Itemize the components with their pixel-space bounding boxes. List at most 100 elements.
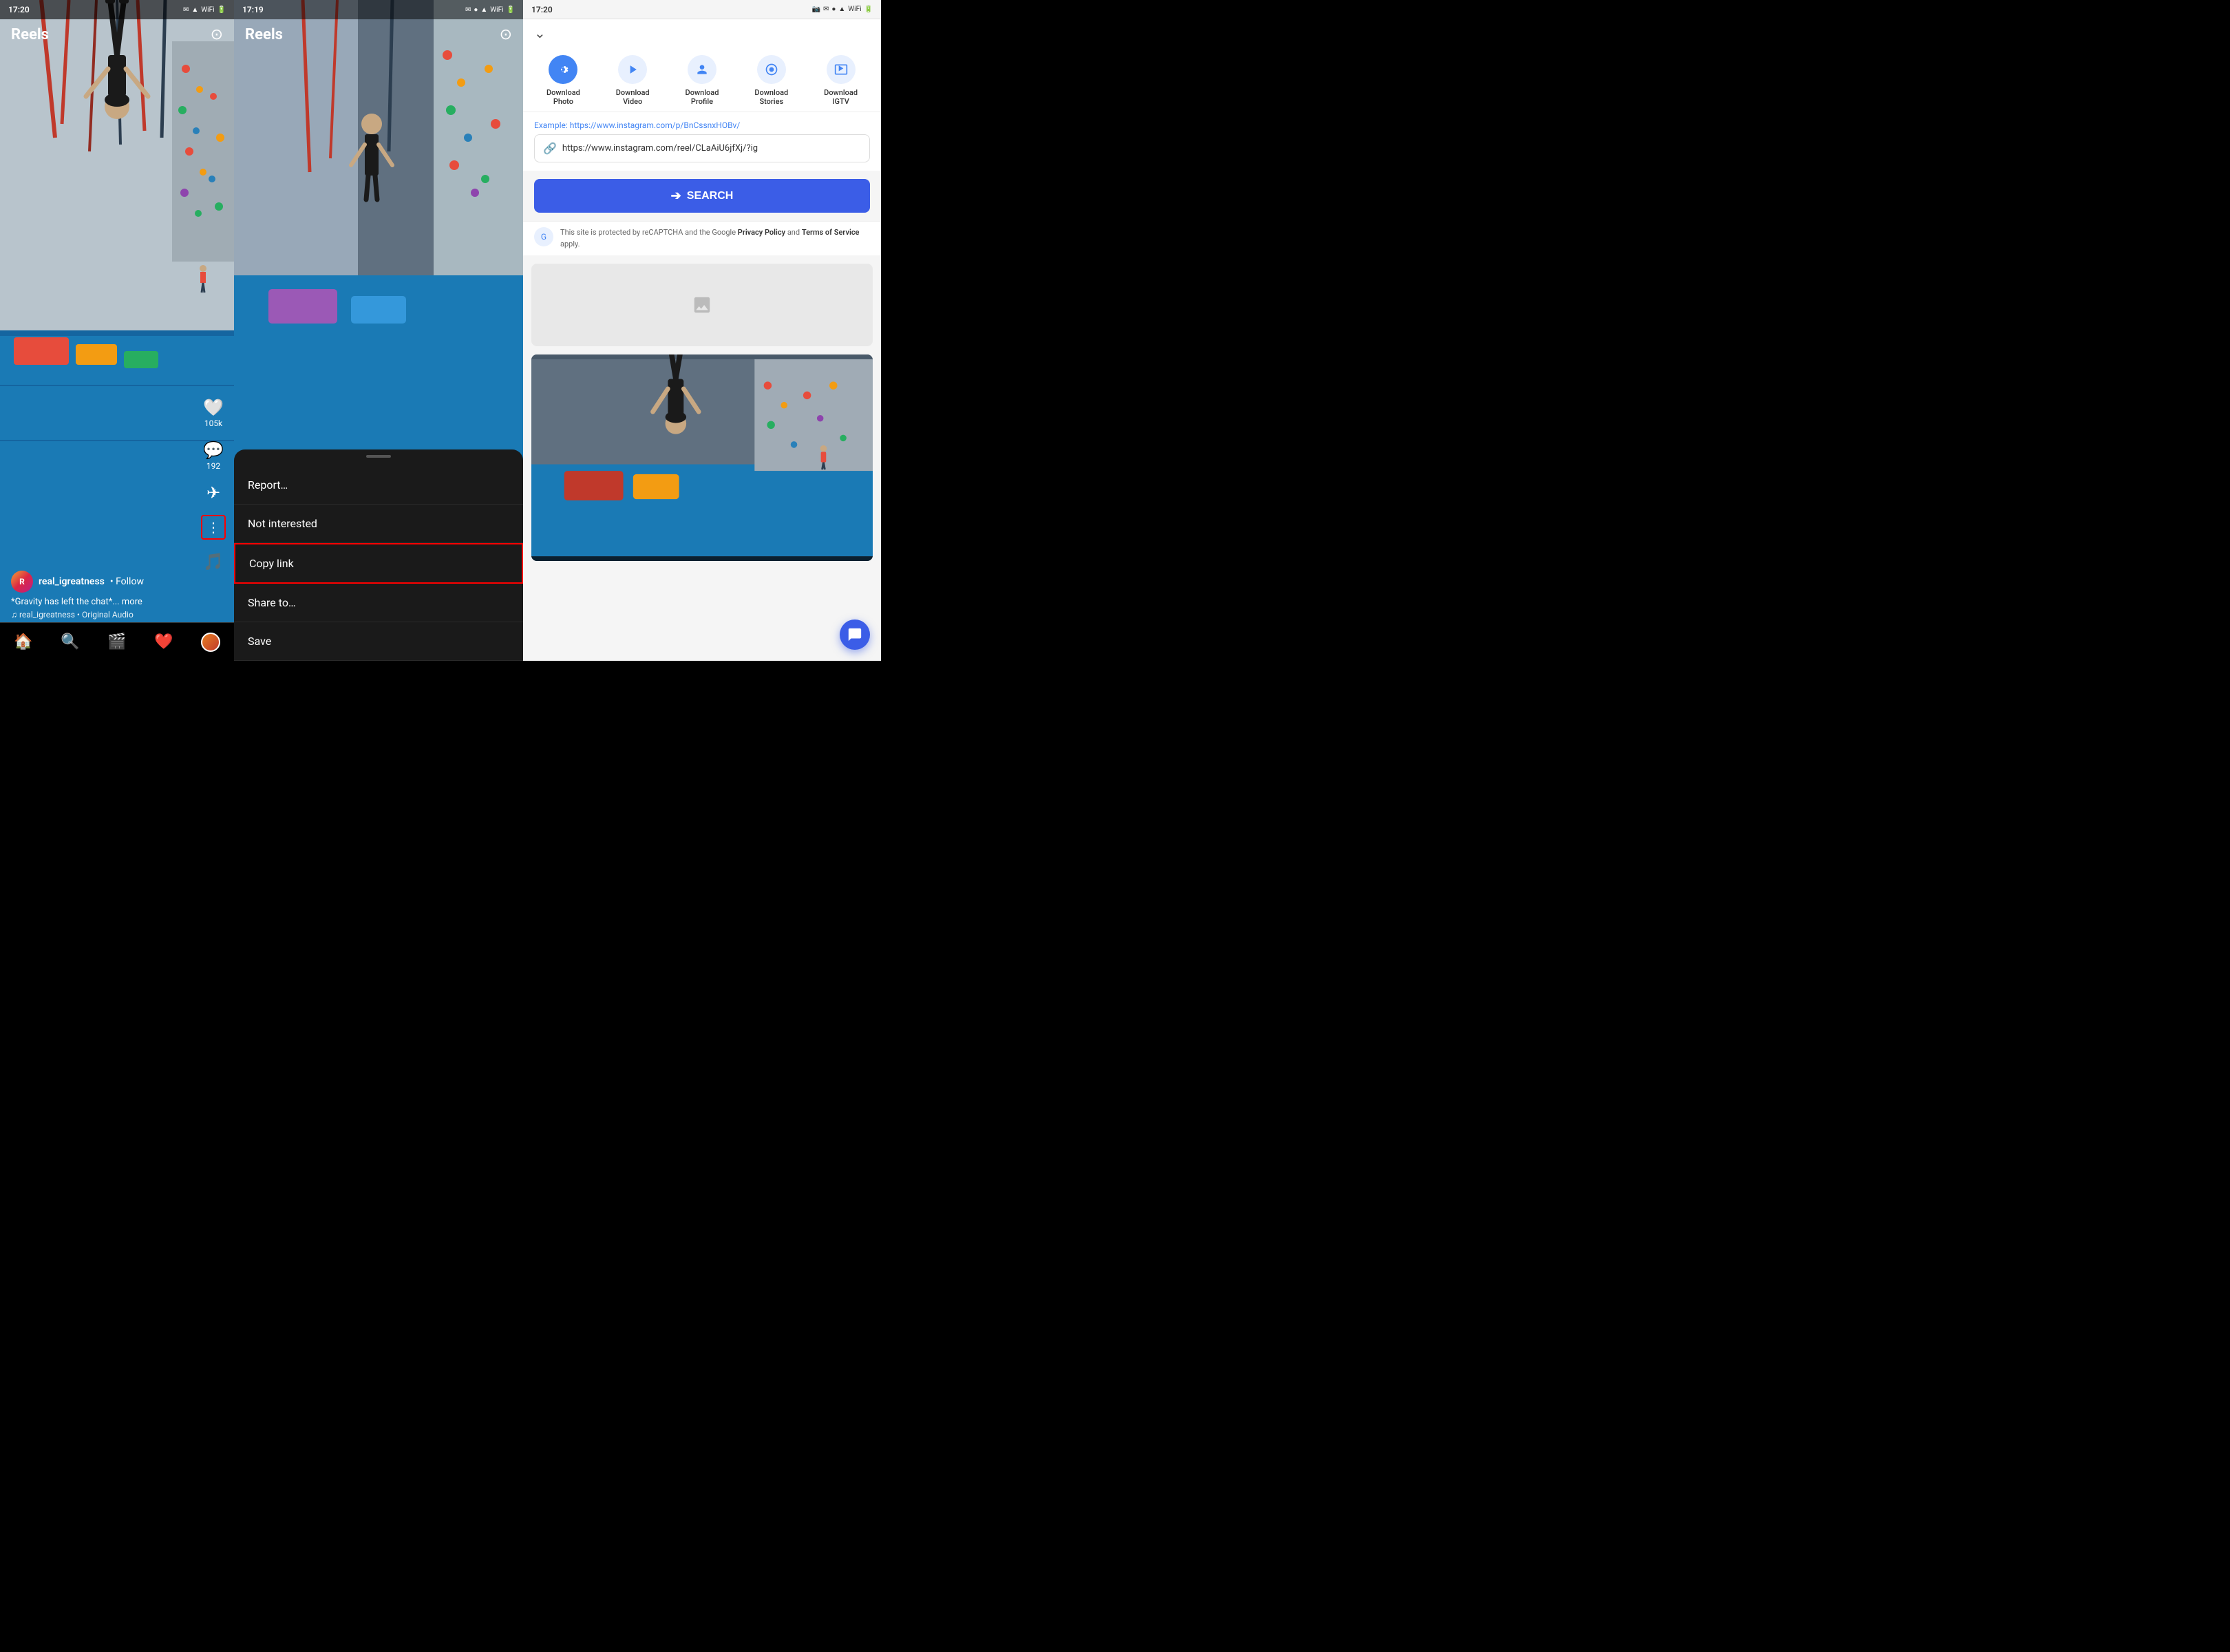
recaptcha-text-content: This site is protected by reCAPTCHA and …: [560, 228, 738, 237]
comment-button[interactable]: 💬 192: [203, 441, 224, 471]
panel-reels-left: 17:20 ✉ ▲ WiFi 🔋 Reels ⊙ 🤍 105k 💬 192 ✈ …: [0, 0, 234, 661]
recaptcha-and: and: [787, 228, 802, 237]
recaptcha-notice: G This site is protected by reCAPTCHA an…: [523, 221, 881, 255]
caption: *Gravity has left the chat*... more: [11, 597, 223, 607]
terms-link[interactable]: Terms of Service: [802, 228, 860, 237]
battery-icon-web: 🔋: [864, 6, 873, 13]
chevron-down-icon[interactable]: ⌄: [534, 25, 546, 41]
like-count: 105k: [204, 419, 222, 428]
audio-info: ♫ real_igreatness • Original Audio: [11, 610, 223, 620]
signal-icon-2: ▲: [480, 6, 487, 14]
dot-icon-web: ●: [831, 6, 836, 13]
nav-search[interactable]: 🔍: [56, 628, 84, 656]
signal-icon: ▲: [191, 6, 198, 14]
context-menu: Report… Not interested Copy link Share t…: [234, 449, 523, 661]
chat-bubble-button[interactable]: [840, 620, 870, 650]
menu-item-share[interactable]: Share to…: [234, 584, 523, 622]
comment-icon: 💬: [203, 441, 224, 460]
reel-user-info: R real_igreatness • Follow *Gravity has …: [0, 571, 234, 620]
search-button[interactable]: ➔ SEARCH: [534, 179, 870, 213]
reels-header-panel2: Reels ⊙: [234, 19, 523, 50]
status-time-web: 17:20: [531, 5, 553, 14]
recaptcha-text: This site is protected by reCAPTCHA and …: [560, 227, 870, 250]
nav-reels[interactable]: 🎬: [103, 628, 131, 656]
user-row: R real_igreatness • Follow: [11, 571, 223, 593]
menu-handle: [366, 455, 391, 458]
comment-count: 192: [206, 461, 220, 471]
camera-icon-left[interactable]: ⊙: [211, 26, 223, 43]
wifi-icon: WiFi: [201, 6, 214, 14]
media-placeholder: [531, 264, 873, 346]
wifi-icon-web: WiFi: [848, 6, 861, 13]
url-input-row: 🔗 https://www.instagram.com/reel/CLaAiU6…: [534, 134, 870, 162]
nav-home[interactable]: 🏠: [10, 628, 37, 656]
status-icons-web: 📷 ✉ ● ▲ WiFi 🔋: [811, 6, 873, 13]
privacy-policy-link[interactable]: Privacy Policy: [738, 228, 785, 237]
status-time-panel2: 17:19: [242, 5, 264, 14]
tab-download-profile[interactable]: DownloadProfile: [668, 55, 737, 106]
music-icon: 🎵: [203, 552, 224, 571]
menu-item-report[interactable]: Report…: [234, 466, 523, 505]
tab-download-video[interactable]: DownloadVideo: [598, 55, 668, 106]
reels-title-panel2: Reels: [245, 26, 283, 43]
avatar[interactable]: R: [11, 571, 33, 593]
media-video-preview: [531, 354, 873, 561]
more-options-button[interactable]: ⋮: [201, 515, 226, 540]
example-url-text: Example: https://www.instagram.com/p/BnC…: [534, 120, 870, 130]
menu-item-copy-link[interactable]: Copy link: [234, 543, 523, 584]
mail-icon: ✉: [183, 6, 189, 14]
media-preview-section: [523, 255, 881, 569]
tab-download-photo[interactable]: DownloadPhoto: [529, 55, 598, 106]
menu-item-save[interactable]: Save: [234, 622, 523, 661]
recaptcha-logo: G: [534, 227, 553, 246]
url-section: Example: https://www.instagram.com/p/BnC…: [523, 112, 881, 171]
status-bar-left: 17:20 ✉ ▲ WiFi 🔋: [0, 0, 234, 19]
status-bar-web: 17:20 📷 ✉ ● ▲ WiFi 🔋: [523, 0, 881, 19]
reel-background: [0, 0, 234, 661]
tab-photo-label: DownloadPhoto: [546, 88, 580, 106]
tab-profile-label: DownloadProfile: [686, 88, 719, 106]
download-photo-icon: [549, 55, 577, 84]
username[interactable]: real_igreatness: [39, 576, 105, 587]
menu-item-copy-link-label: Copy link: [249, 557, 294, 570]
menu-item-report-label: Report…: [248, 478, 288, 491]
status-icons-panel2: ✉ ● ▲ WiFi 🔋: [465, 6, 515, 14]
menu-item-not-interested-label: Not interested: [248, 517, 317, 530]
signal-icon-web: ▲: [838, 6, 845, 13]
status-time-left: 17:20: [8, 5, 30, 14]
share-button[interactable]: ✈: [206, 483, 220, 502]
tab-video-label: DownloadVideo: [616, 88, 650, 106]
download-profile-icon: [688, 55, 716, 84]
battery-icon-2: 🔋: [507, 6, 515, 14]
wifi-icon-2: WiFi: [490, 6, 503, 14]
panel-context-menu: 17:19 ✉ ● ▲ WiFi 🔋 Reels ⊙ Report… Not i…: [234, 0, 523, 661]
search-btn-label: SEARCH: [687, 190, 734, 202]
download-igtv-icon: [827, 55, 856, 84]
camera-icon-web: 📷: [811, 6, 820, 13]
tab-stories-label: DownloadStories: [754, 88, 788, 106]
nav-profile[interactable]: [197, 628, 224, 656]
url-input[interactable]: https://www.instagram.com/reel/CLaAiU6jf…: [562, 143, 861, 153]
tab-download-igtv[interactable]: DownloadIGTV: [806, 55, 875, 106]
tab-download-stories[interactable]: DownloadStories: [736, 55, 806, 106]
panel-web-app: 17:20 📷 ✉ ● ▲ WiFi 🔋 ⌄ DownloadPhoto Dow…: [523, 0, 881, 661]
video-thumbnail: [531, 354, 873, 561]
reel-actions: 🤍 105k 💬 192 ✈ ⋮ 🎵: [201, 398, 226, 571]
menu-item-save-label: Save: [248, 635, 271, 648]
sheet-handle-row: ⌄: [523, 19, 881, 47]
download-video-icon: [618, 55, 647, 84]
share-icon: ✈: [206, 483, 220, 502]
like-button[interactable]: 🤍 105k: [203, 398, 224, 428]
download-stories-icon: [757, 55, 786, 84]
music-disc-button[interactable]: 🎵: [203, 552, 224, 571]
follow-button[interactable]: • Follow: [110, 576, 144, 587]
status-bar-panel2: 17:19 ✉ ● ▲ WiFi 🔋: [234, 0, 523, 19]
profile-pic: [201, 633, 220, 652]
status-icons-left: ✉ ▲ WiFi 🔋: [183, 6, 226, 14]
menu-item-not-interested[interactable]: Not interested: [234, 505, 523, 543]
reels-header-left: Reels ⊙: [0, 19, 234, 50]
nav-heart[interactable]: ❤️: [150, 628, 178, 656]
battery-icon: 🔋: [217, 6, 226, 14]
mail-icon-web: ✉: [823, 6, 829, 13]
camera-icon-panel2[interactable]: ⊙: [500, 26, 512, 43]
